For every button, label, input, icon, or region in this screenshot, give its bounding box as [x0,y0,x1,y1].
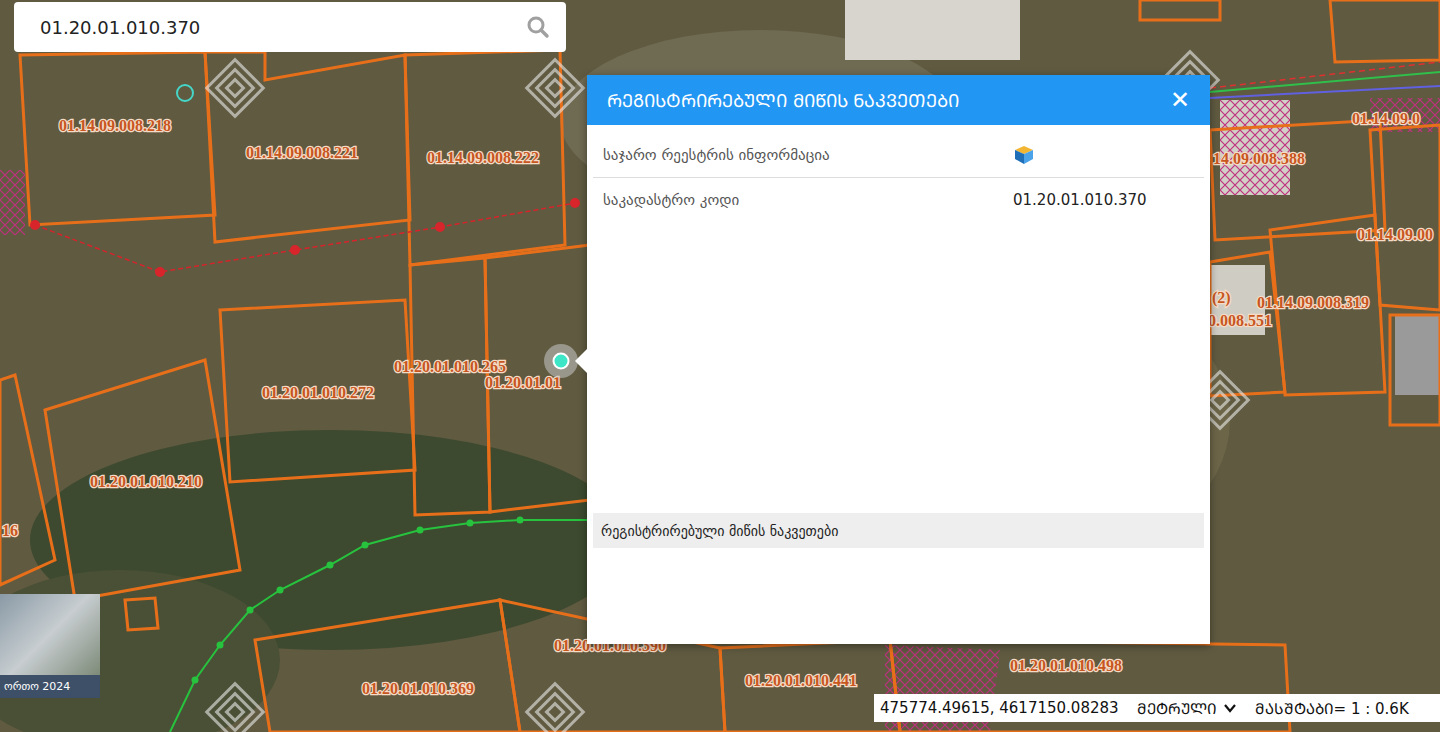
parcel-outline[interactable] [205,52,410,242]
boundary-point [417,527,424,534]
boundary-point [247,607,254,614]
boundary-point [517,517,524,524]
parcel-popup: ᲠᲔᲒᲘᲡᲢᲠᲘᲠᲔᲑᲣᲚᲘ ᲛᲘᲬᲘᲡ ᲜᲐᲙᲕᲔᲗᲔᲑᲘ ✕ საჯარო რე… [587,75,1210,644]
parcel-outline[interactable] [45,360,240,600]
green-boundary-line [170,520,600,732]
chevron-down-icon[interactable] [1223,701,1237,715]
info-row: საჯარო რეესტრის ინფორმაცია [593,133,1204,178]
tree-area [0,570,280,732]
parcel-label[interactable]: 01.20.01.01 [485,374,561,391]
parcel-outline[interactable] [220,300,415,482]
registry-watermark-icon [527,60,584,117]
parcel-label[interactable]: (2) [1212,289,1231,307]
parcel-outline[interactable] [20,52,215,225]
parcel-label[interactable]: 01.14.09.008.319 [1257,294,1369,311]
info-row: საკადასტრო კოდი01.20.01.010.370 [593,178,1204,222]
parcel-label[interactable]: 01.20.01.010.265 [394,358,506,375]
info-value: 01.20.01.010.370 [1013,191,1204,209]
search-icon[interactable] [526,15,550,39]
red-boundary-line [35,203,575,272]
selected-marker-icon[interactable] [554,354,569,369]
scale: ᲛᲐᲡᲨᲢᲐᲑᲘ= 1 : 0.6K [1255,698,1409,718]
parcel-label[interactable]: 01.14.09.0 [1352,110,1420,127]
parcel-outline[interactable] [1210,120,1385,240]
units-dropdown[interactable]: ᲛᲔᲢᲠᲣᲚᲘ [1137,698,1237,718]
registry-watermark-icon [207,60,264,117]
boundary-point [435,222,445,232]
info-value [1013,144,1204,166]
popup-body: საჯარო რეესტრის ინფორმაცია საკადასტრო კოდ… [587,125,1210,513]
parcel-label[interactable]: 01.20.01.010.369 [362,680,474,697]
popup-header: ᲠᲔᲒᲘᲡᲢᲠᲘᲠᲔᲑᲣᲚᲘ ᲛᲘᲬᲘᲡ ᲜᲐᲙᲕᲔᲗᲔᲑᲘ ✕ [587,75,1210,125]
parcel-outline[interactable] [1330,0,1440,62]
popup-pointer [575,349,587,373]
boundary-point [290,245,300,255]
boundary-point [327,562,334,569]
popup-title: ᲠᲔᲒᲘᲡᲢᲠᲘᲠᲔᲑᲣᲚᲘ ᲛᲘᲬᲘᲡ ᲜᲐᲙᲕᲔᲗᲔᲑᲘ [607,88,959,112]
parcel-outline[interactable] [0,375,55,585]
building [1395,315,1440,395]
boundary-point [362,542,369,549]
utility-line [1210,86,1440,98]
search-input[interactable] [38,16,516,39]
close-button[interactable]: ✕ [1166,86,1194,114]
boundary-point [217,642,224,649]
parcel-outline[interactable] [125,598,158,630]
restricted-zone [0,170,25,235]
basemap-label: ორთო 2024 [0,675,100,698]
public-registry-icon[interactable] [1013,144,1035,166]
parcel-outline[interactable] [1370,125,1440,310]
parcel-outline[interactable] [410,258,490,515]
restricted-zone [1220,100,1290,195]
parcel-label[interactable]: 14.09.008.388 [1213,150,1305,167]
status-bar: 475774.49615, 4617150.08283 ᲛᲔᲢᲠᲣᲚᲘ ᲛᲐᲡᲨᲢ… [874,694,1440,722]
parcel-label[interactable]: 01.20.01.010.498 [1010,657,1122,674]
parcel-label[interactable]: 0.008.551 [1208,312,1272,329]
coordinates: 475774.49615, 4617150.08283 [880,699,1119,717]
boundary-point [277,587,284,594]
info-label: საკადასტრო კოდი [603,191,1013,209]
selected-marker-halo [544,344,578,378]
parcel-label[interactable]: 01.14.09.008.218 [59,117,171,134]
parcel-label[interactable]: 01.20.01.010.441 [745,672,857,689]
registry-watermark-icon [527,684,584,732]
parcel-label[interactable]: 01.14.09.008.222 [427,149,539,166]
info-label: საჯარო რეესტრის ინფორმაცია [603,146,1013,164]
parcel-label[interactable]: 01.20.01.010.272 [262,384,374,401]
parcel-label[interactable]: 01.14.09.00 [1357,226,1433,243]
parcel-outline[interactable] [485,245,590,512]
parcel-label[interactable]: 01.20.01.010.210 [90,473,202,490]
building [845,0,1020,60]
parcel-label[interactable]: 01.14.09.008.221 [246,144,358,161]
boundary-point [155,267,165,277]
boundary-point [192,677,199,684]
basemap-thumbnail [0,594,100,675]
search-bar[interactable] [14,2,566,52]
section-header[interactable]: რეგისტრირებული მიწის ნაკვეთები [593,513,1204,548]
parcel-label[interactable]: 16 [2,522,18,539]
parcel-outline[interactable] [1140,0,1220,20]
parcel-outline[interactable] [1390,315,1440,425]
parcel-outline[interactable] [720,640,900,732]
basemap-switcher[interactable]: ორთო 2024 [0,594,100,698]
parcel-outline[interactable] [255,600,520,732]
boundary-point [30,220,40,230]
registry-watermark-icon [207,684,264,732]
boundary-point [467,520,474,527]
cadastral-map-app: 01.14.09.008.218 01.14.09.008.221 01.14.09… [0,0,1440,732]
location-marker-icon[interactable] [177,85,193,101]
popup-footer [587,548,1210,644]
boundary-point [570,198,580,208]
building [1220,100,1290,195]
utility-line [1210,62,1440,88]
